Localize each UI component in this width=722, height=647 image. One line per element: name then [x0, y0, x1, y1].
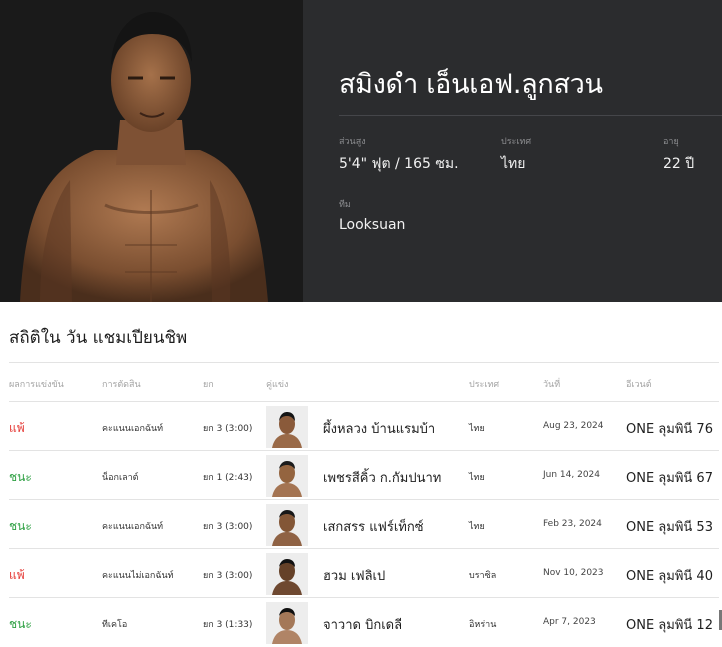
- opponent-country: บราซิล: [469, 571, 497, 581]
- age-value: 22 ปี: [663, 156, 695, 172]
- header-date: วันที่: [543, 380, 561, 390]
- fighter-name: สมิงดำ เอ็นเอฟ.ลูกสวน: [339, 69, 603, 100]
- result-text: ชนะ: [9, 519, 32, 533]
- team-label: ทีม: [339, 200, 351, 210]
- opponent-avatar[interactable]: [266, 553, 308, 595]
- method-text: ทีเคโอ: [102, 620, 128, 630]
- header-round: ยก: [203, 380, 214, 390]
- opponent-avatar[interactable]: [266, 406, 308, 448]
- country-value: ไทย: [501, 156, 526, 172]
- opponent-photo-icon: [266, 553, 308, 595]
- event-link[interactable]: ONE ลุมพินี 67: [626, 467, 713, 488]
- fighter-photo: [0, 0, 303, 302]
- event-link[interactable]: ONE ลุมพินี 40: [626, 565, 713, 586]
- info-divider: [339, 115, 722, 116]
- result-text: แพ้: [9, 421, 25, 435]
- fighter-info-panel: สมิงดำ เอ็นเอฟ.ลูกสวน ส่วนสูง 5'4" ฟุต /…: [303, 0, 722, 302]
- opponent-photo-icon: [266, 406, 308, 448]
- fight-date: Jun 14, 2024: [543, 470, 601, 480]
- country-label: ประเทศ: [501, 137, 532, 147]
- fight-date: Feb 23, 2024: [543, 519, 602, 529]
- method-text: คะแนนเอกฉันท์: [102, 522, 164, 532]
- table-row[interactable]: แพ้ คะแนนไม่เอกฉันท์ ยก 3 (3:00) ฮวม เฟล…: [0, 549, 722, 598]
- height-label: ส่วนสูง: [339, 137, 366, 147]
- stats-section-title: สถิติใน วัน แชมเปียนชิพ: [9, 328, 188, 348]
- opponent-country: อิหร่าน: [469, 620, 497, 630]
- round-text: ยก 3 (1:33): [203, 620, 253, 630]
- header-opponent: คู่แข่ง: [266, 380, 289, 390]
- event-link[interactable]: ONE ลุมพินี 12: [626, 614, 713, 635]
- opponent-avatar[interactable]: [266, 602, 308, 644]
- round-text: ยก 3 (3:00): [203, 522, 253, 532]
- header-event: อีเวนต์: [626, 380, 652, 390]
- team-value: Looksuan: [339, 217, 406, 233]
- fighter-hero: สมิงดำ เอ็นเอฟ.ลูกสวน ส่วนสูง 5'4" ฟุต /…: [0, 0, 722, 302]
- table-row[interactable]: ชนะ น็อกเลาต์ ยก 1 (2:43) เพชรสีคิ้ว ก.ก…: [0, 451, 722, 500]
- opponent-avatar[interactable]: [266, 455, 308, 497]
- height-value: 5'4" ฟุต / 165 ซม.: [339, 156, 459, 172]
- result-text: ชนะ: [9, 617, 32, 631]
- opponent-photo-icon: [266, 455, 308, 497]
- fight-date: Aug 23, 2024: [543, 421, 604, 431]
- opponent-name[interactable]: เสกสรร แฟร์เท็กซ์: [323, 516, 424, 537]
- opponent-name[interactable]: จาวาด บิกเดลี: [323, 614, 402, 635]
- fight-date: Nov 10, 2023: [543, 568, 604, 578]
- opponent-avatar[interactable]: [266, 504, 308, 546]
- result-text: แพ้: [9, 568, 25, 582]
- fight-date: Apr 7, 2023: [543, 617, 596, 627]
- opponent-name[interactable]: ฮวม เฟลิเป: [323, 565, 385, 586]
- opponent-photo-icon: [266, 504, 308, 546]
- header-country: ประเทศ: [469, 380, 500, 390]
- round-text: ยก 3 (3:00): [203, 571, 253, 581]
- opponent-country: ไทย: [469, 424, 485, 434]
- table-top-rule: [9, 362, 719, 363]
- header-method: การตัดสิน: [102, 380, 141, 390]
- result-text: ชนะ: [9, 470, 32, 484]
- method-text: น็อกเลาต์: [102, 473, 139, 483]
- method-text: คะแนนไม่เอกฉันท์: [102, 571, 174, 581]
- table-row[interactable]: แพ้ คะแนนเอกฉันท์ ยก 3 (3:00) ผึ้งหลวง บ…: [0, 402, 722, 451]
- opponent-country: ไทย: [469, 473, 485, 483]
- opponent-name[interactable]: ผึ้งหลวง บ้านแรมบ้า: [323, 418, 435, 439]
- round-text: ยก 3 (3:00): [203, 424, 253, 434]
- opponent-country: ไทย: [469, 522, 485, 532]
- age-label: อายุ: [663, 137, 679, 147]
- table-row[interactable]: ชนะ คะแนนเอกฉันท์ ยก 3 (3:00) เสกสรร แฟร…: [0, 500, 722, 549]
- table-row[interactable]: ชนะ ทีเคโอ ยก 3 (1:33) จาวาด บิกเดลี อิห…: [0, 598, 722, 647]
- event-link[interactable]: ONE ลุมพินี 53: [626, 516, 713, 537]
- fighter-portrait-image: [0, 0, 303, 302]
- event-link[interactable]: ONE ลุมพินี 76: [626, 418, 713, 439]
- method-text: คะแนนเอกฉันท์: [102, 424, 164, 434]
- round-text: ยก 1 (2:43): [203, 473, 253, 483]
- header-result: ผลการแข่งขัน: [9, 380, 64, 390]
- opponent-photo-icon: [266, 602, 308, 644]
- opponent-name[interactable]: เพชรสีคิ้ว ก.กัมปนาท: [323, 467, 441, 488]
